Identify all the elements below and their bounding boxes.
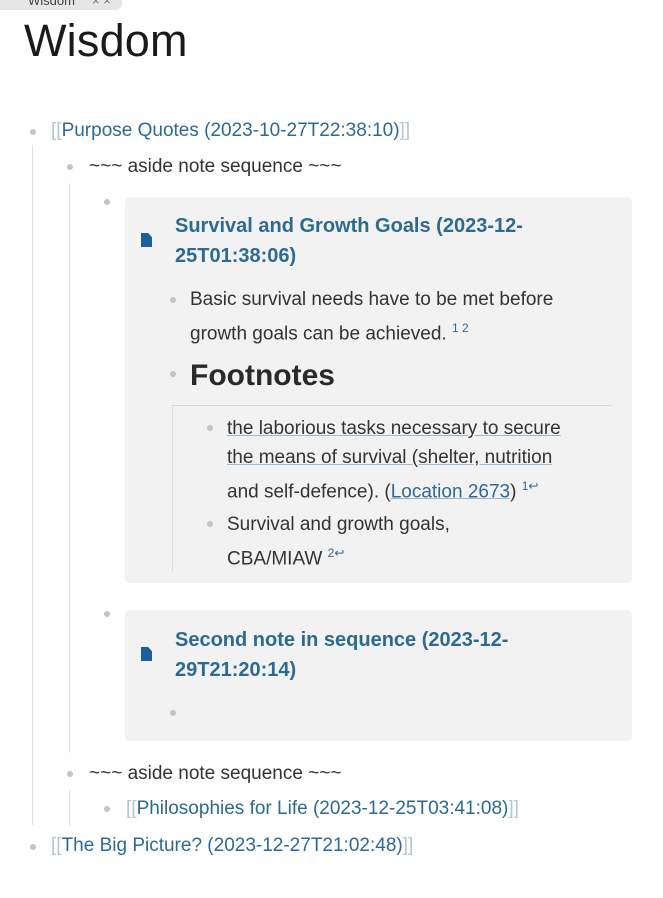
embedded-note-card: Second note in sequence (2023-12- 29T21:… <box>125 610 632 741</box>
location-link[interactable]: Location 2673 <box>391 481 510 502</box>
link-bracket-open: [[ <box>51 120 62 141</box>
link-bracket-close: ]] <box>399 120 411 141</box>
embedded-note-title[interactable]: Second note in sequence (2023-12- 29T21:… <box>175 625 508 685</box>
tab-label: Wisdom <box>28 0 75 8</box>
document-icon <box>141 233 152 247</box>
footnote-refs[interactable]: 1 2 <box>452 321 469 335</box>
divider <box>172 405 612 406</box>
page-title: Wisdom <box>24 15 188 66</box>
footnote-backref[interactable]: 1↩ <box>522 479 539 493</box>
link-the-big-picture[interactable]: The Big Picture? (2023-12-27T21:02:48) <box>62 835 403 856</box>
link-bracket-close: ]] <box>402 835 414 856</box>
list-item-philosophies[interactable]: [[Philosophies for Life (2023-12-25T03:4… <box>126 798 519 820</box>
list-bullet[interactable] <box>207 425 213 431</box>
indent-guide <box>32 145 33 825</box>
body-line: growth goals can be achieved. <box>190 323 447 345</box>
indent-guide <box>69 183 70 753</box>
link-philosophies-for-life[interactable]: Philosophies for Life (2023-12-25T03:41:… <box>137 798 509 819</box>
link-bracket-close: ]] <box>508 798 519 819</box>
list-bullet[interactable] <box>67 164 73 170</box>
list-item-big-picture[interactable]: [[The Big Picture? (2023-12-27T21:02:48)… <box>51 835 413 857</box>
list-bullet[interactable] <box>30 129 36 135</box>
body-line: Basic survival needs have to be met befo… <box>190 289 554 310</box>
note-body: Basic survival needs have to be met befo… <box>190 285 553 348</box>
footnote-line: Survival and growth goals, <box>227 514 450 535</box>
footnote-line: ) <box>510 481 517 503</box>
indent-guide <box>172 407 173 572</box>
list-bullet[interactable] <box>30 844 36 850</box>
document-icon <box>141 647 152 661</box>
footnote-backref[interactable]: 2↩ <box>328 546 345 560</box>
aside-note-sequence: ~~~ aside note sequence ~~~ <box>89 763 342 784</box>
title-line: Survival and Growth Goals (2023-12- <box>175 215 523 237</box>
footnote-line: the laborious tasks necessary to secure <box>227 418 561 439</box>
link-bracket-open: [[ <box>126 798 137 819</box>
list-bullet[interactable] <box>67 771 73 777</box>
tab-close-icon[interactable]: × × <box>92 0 111 8</box>
footnote-line: and self-defence). ( <box>227 481 391 503</box>
list-bullet[interactable] <box>104 199 110 205</box>
list-bullet[interactable] <box>207 521 213 527</box>
tab-wisdom[interactable]: Wisdom × × <box>0 0 122 10</box>
title-line: 25T01:38:06) <box>175 245 297 267</box>
footnote-line: the means of survival (shelter, nutritio… <box>227 447 553 468</box>
list-bullet[interactable] <box>170 710 176 716</box>
title-line: 29T21:20:14) <box>175 659 297 681</box>
indent-guide <box>69 790 70 826</box>
list-bullet[interactable] <box>104 611 110 617</box>
title-line: Second note in sequence (2023-12- <box>175 629 509 651</box>
list-item-purpose-quotes[interactable]: [[Purpose Quotes (2023-10-27T22:38:10)]] <box>51 120 410 142</box>
embedded-note-card: Survival and Growth Goals (2023-12- 25T0… <box>125 197 632 583</box>
link-purpose-quotes[interactable]: Purpose Quotes (2023-10-27T22:38:10) <box>62 120 400 141</box>
link-bracket-open: [[ <box>51 835 62 856</box>
footnotes-heading: Footnotes <box>190 359 335 392</box>
footnote-line: CBA/MIAW <box>227 548 323 570</box>
list-bullet[interactable] <box>170 371 176 377</box>
footnote-1: the laborious tasks necessary to secure … <box>227 414 561 506</box>
list-bullet[interactable] <box>170 297 176 303</box>
embedded-note-title[interactable]: Survival and Growth Goals (2023-12- 25T0… <box>175 211 523 271</box>
footnote-2: Survival and growth goals, CBA/MIAW 2↩ <box>227 510 450 573</box>
aside-note-sequence: ~~~ aside note sequence ~~~ <box>89 156 342 177</box>
list-bullet[interactable] <box>104 806 110 812</box>
